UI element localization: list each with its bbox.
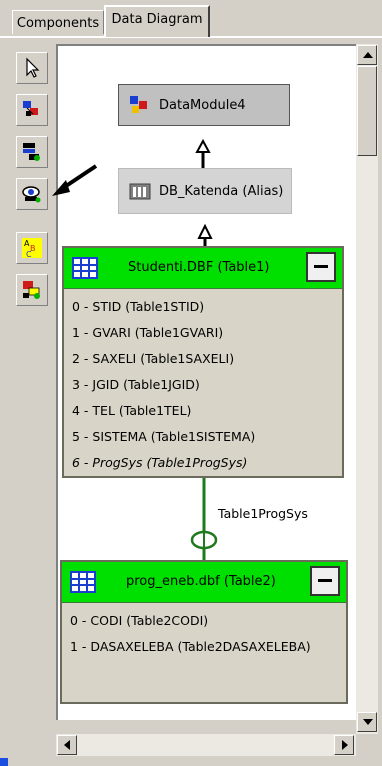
data-diagram-panel: Components Data Diagram A B C DataModule…	[0, 0, 382, 766]
table1-header[interactable]: Studenti.DBF (Table1)	[64, 248, 342, 289]
field-item[interactable]: 1 - DASAXELEBA (Table2DASAXELEBA)	[70, 634, 342, 660]
horizontal-scrollbar[interactable]	[56, 734, 356, 756]
minus-icon	[314, 265, 328, 268]
vertical-scrollbar[interactable]	[356, 44, 378, 734]
triangle-down-icon	[363, 719, 373, 725]
table2-node[interactable]: prog_eneb.dbf (Table2) 0 - CODI (Table2C…	[60, 560, 348, 704]
vertical-scroll-thumb[interactable]	[357, 66, 377, 156]
corner-marker	[0, 758, 8, 766]
triangle-right-icon	[342, 740, 348, 750]
scroll-up-button[interactable]	[357, 45, 377, 65]
field-item[interactable]: 1 - GVARI (Table1GVARI)	[72, 320, 338, 346]
datamodule-icon	[130, 96, 147, 113]
field-item[interactable]: 0 - CODI (Table2CODI)	[70, 608, 342, 634]
triangle-up-icon	[363, 52, 373, 58]
field-item[interactable]: 3 - JGID (Table1JGID)	[72, 372, 338, 398]
field-item[interactable]: 2 - SAXELI (Table1SAXELI)	[72, 346, 338, 372]
link-label: Table1ProgSys	[218, 506, 308, 521]
field-item[interactable]: 4 - TEL (Table1TEL)	[72, 398, 338, 424]
table-link-arrow	[197, 223, 213, 239]
table2-field-list: 0 - CODI (Table2CODI) 1 - DASAXELEBA (Ta…	[70, 608, 342, 660]
tab-data-diagram[interactable]: Data Diagram	[104, 5, 210, 37]
scroll-right-button[interactable]	[334, 735, 354, 755]
minus-icon	[318, 579, 332, 582]
field-item[interactable]: 6 - ProgSys (Table1ProgSys)	[72, 450, 338, 476]
table1-field-list: 0 - STID (Table1STID) 1 - GVARI (Table1G…	[72, 294, 338, 476]
table-grid-icon	[72, 257, 98, 279]
field-item[interactable]: 5 - SISTEMA (Table1SISTEMA)	[72, 424, 338, 450]
database-link-arrow	[195, 138, 211, 153]
database-node[interactable]: DB_Katenda (Alias)	[118, 168, 292, 214]
datamodule-node[interactable]: DataModule4	[118, 84, 290, 126]
database-label: DB_Katenda (Alias)	[159, 183, 284, 199]
table1-collapse-button[interactable]	[306, 252, 336, 282]
table2-title: prog_eneb.dbf (Table2)	[126, 574, 276, 589]
field-item[interactable]: 0 - STID (Table1STID)	[72, 294, 338, 320]
database-icon	[129, 183, 151, 200]
table2-header[interactable]: prog_eneb.dbf (Table2)	[62, 562, 346, 603]
scroll-down-button[interactable]	[357, 712, 377, 732]
triangle-left-icon	[64, 740, 70, 750]
table1-node[interactable]: Studenti.DBF (Table1) 0 - STID (Table1ST…	[62, 246, 344, 478]
datamodule-label: DataModule4	[159, 97, 246, 113]
scroll-left-button[interactable]	[57, 735, 77, 755]
table2-collapse-button[interactable]	[310, 566, 340, 596]
annotation-arrow-head	[52, 180, 70, 196]
scrollbar-corner	[356, 734, 378, 756]
table-grid-icon	[70, 571, 96, 593]
table1-title: Studenti.DBF (Table1)	[128, 260, 270, 275]
